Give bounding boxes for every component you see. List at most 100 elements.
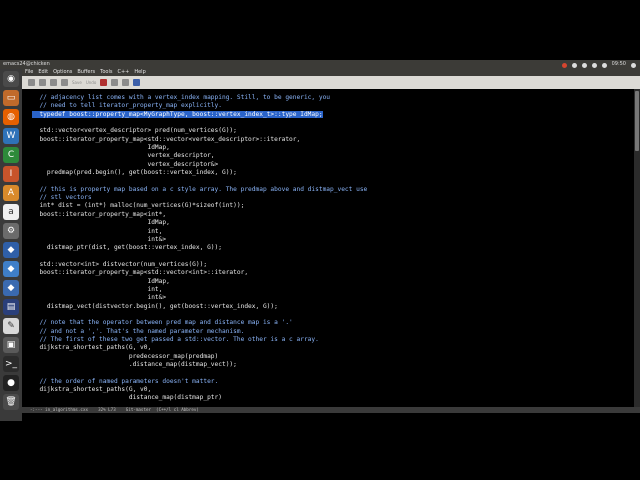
- code-line: distmap_vect(distvector.begin(), get(boo…: [32, 303, 367, 311]
- launcher-app-blue-3-icon[interactable]: ◆: [3, 280, 19, 296]
- launcher-app-navy-icon[interactable]: ▤: [3, 299, 19, 315]
- menu-item-cplusplus[interactable]: C++: [117, 69, 129, 76]
- code-text-line: IdMap,: [32, 277, 170, 285]
- clock[interactable]: 09:50: [612, 60, 626, 69]
- comment-text: // need to tell iterator_property_map ex…: [32, 102, 222, 110]
- code-line: boost::iterator_property_map<int*,: [32, 211, 367, 219]
- volume-icon[interactable]: [601, 63, 607, 68]
- code-line: .distance_map(distmap_vect));: [32, 361, 367, 369]
- code-line: int,: [32, 286, 367, 294]
- code-line: // the order of named parameters doesn't…: [32, 378, 367, 386]
- comment-text: // stl vectors: [32, 194, 92, 202]
- code-text-line: std::vector<vertex_descriptor> pred(num_…: [32, 127, 237, 135]
- code-line: // The first of these two get passed a s…: [32, 336, 367, 344]
- launcher-obs-icon[interactable]: ●: [3, 375, 19, 391]
- launcher-files-icon[interactable]: ▭: [3, 90, 19, 106]
- code-line: boost::iterator_property_map<std::vector…: [32, 136, 367, 144]
- menu-item-edit[interactable]: Edit: [38, 69, 48, 76]
- code-line: distance_map(distmap_ptr): [32, 394, 367, 402]
- code-line: std::vector<vertex_descriptor> pred(num_…: [32, 127, 367, 135]
- paste-icon[interactable]: [122, 79, 130, 86]
- code-text-line: int,: [32, 227, 163, 235]
- code-line: std::vector<int> distvector(num_vertices…: [32, 261, 367, 269]
- code-line: int&>: [32, 236, 367, 244]
- network-icon[interactable]: [561, 63, 567, 68]
- toolbar: Save Undo: [22, 76, 640, 89]
- launcher-text-editor-icon[interactable]: ✎: [3, 318, 19, 334]
- code-text-line: int,: [32, 285, 163, 293]
- menu-item-help[interactable]: Help: [134, 69, 145, 76]
- launcher-app-blue-2-icon[interactable]: ◆: [3, 261, 19, 277]
- menu-item-file[interactable]: File: [25, 69, 33, 76]
- launcher-amazon-icon[interactable]: a: [3, 204, 19, 220]
- new-file-icon[interactable]: [28, 79, 35, 86]
- undo-button[interactable]: Undo: [86, 80, 96, 85]
- comment-text: // The first of these two get passed a s…: [32, 335, 319, 343]
- input-icon[interactable]: [571, 63, 577, 68]
- launcher-settings-icon[interactable]: ⚙: [3, 223, 19, 239]
- comment-text: // and not a ','. That's the named param…: [32, 327, 245, 335]
- launcher-trash-icon[interactable]: 🗑: [3, 394, 19, 410]
- open-file-icon[interactable]: [39, 79, 46, 86]
- selected-region: typedef boost::property_map<MyGraphType,…: [32, 110, 323, 118]
- minibuffer[interactable]: [22, 413, 640, 421]
- launcher-firefox-icon[interactable]: ◍: [3, 109, 19, 125]
- code-line: // and not a ','. That's the named param…: [32, 328, 367, 336]
- code-line: // need to tell iterator_property_map ex…: [32, 102, 367, 110]
- code-text-line: predmap(pred.begin(), get(boost::vertex_…: [32, 169, 237, 177]
- code-text-line: int&>: [32, 294, 167, 302]
- code-line: boost::iterator_property_map<std::vector…: [32, 269, 367, 277]
- scrollbar[interactable]: [634, 89, 640, 407]
- gear-icon[interactable]: [631, 63, 636, 68]
- top-panel: emacs24@chicken 09:50: [0, 60, 640, 69]
- launcher-dash-icon[interactable]: ◉: [3, 71, 19, 87]
- search-icon[interactable]: [133, 79, 141, 86]
- code-text-line: int&>: [32, 235, 167, 243]
- code-text-line: std::vector<int> distvector(num_vertices…: [32, 260, 208, 268]
- code-text-line: IdMap,: [32, 219, 170, 227]
- code-line: IdMap,: [32, 278, 367, 286]
- scrollbar-thumb[interactable]: [635, 91, 639, 151]
- wifi-icon[interactable]: [581, 63, 587, 68]
- cut-icon[interactable]: [100, 79, 108, 86]
- code-text-line: IdMap,: [32, 144, 170, 152]
- comment-text: // note that the operator between pred m…: [32, 319, 293, 327]
- code-line: // note that the operator between pred m…: [32, 319, 367, 327]
- launcher-software-center-icon[interactable]: A: [3, 185, 19, 201]
- open-dir-icon[interactable]: [50, 79, 57, 86]
- launcher-terminal-icon[interactable]: >_: [3, 356, 19, 372]
- close-icon[interactable]: [61, 79, 68, 86]
- code-text-line: vertex_descriptor,: [32, 152, 215, 160]
- code-line: vertex_descriptor,: [32, 152, 367, 160]
- launcher-libreoffice-calc-icon[interactable]: C: [3, 147, 19, 163]
- code-line: vertex_descriptor&>: [32, 161, 367, 169]
- menu-item-options[interactable]: Options: [53, 69, 72, 76]
- copy-icon[interactable]: [111, 79, 119, 86]
- code-text-line: boost::iterator_property_map<std::vector…: [32, 269, 249, 277]
- code-line: int* dist = (int*) malloc(num_vertices(G…: [32, 202, 367, 210]
- save-button[interactable]: Save: [72, 80, 82, 85]
- code-line: int,: [32, 228, 367, 236]
- launcher-app-blue-1-icon[interactable]: ◆: [3, 242, 19, 258]
- launcher-app-grey-icon[interactable]: ▣: [3, 337, 19, 353]
- code-text-line: boost::iterator_property_map<std::vector…: [32, 135, 301, 143]
- code-line: predecessor_map(predmap): [32, 353, 367, 361]
- menu-item-buffers[interactable]: Buffers: [77, 69, 95, 76]
- code-text-line: boost::iterator_property_map<int*,: [32, 210, 167, 218]
- code-line: dijkstra_shortest_paths(G, v0,: [32, 386, 367, 394]
- launcher-libreoffice-writer-icon[interactable]: W: [3, 128, 19, 144]
- menu-item-tools[interactable]: Tools: [100, 69, 112, 76]
- battery-icon[interactable]: [591, 63, 597, 68]
- code-line: typedef boost::property_map<MyGraphType,…: [32, 110, 367, 119]
- system-tray: 09:50: [561, 60, 636, 69]
- code-text-line: distmap_ptr(dist, get(boost::vertex_inde…: [32, 244, 222, 252]
- launcher-libreoffice-impress-icon[interactable]: I: [3, 166, 19, 182]
- editor-buffer[interactable]: // adjacency list comes with a vertex_in…: [22, 89, 634, 407]
- window-title: emacs24@chicken: [3, 61, 50, 67]
- menu-bar: File Edit Options Buffers Tools C++ Help: [22, 69, 640, 76]
